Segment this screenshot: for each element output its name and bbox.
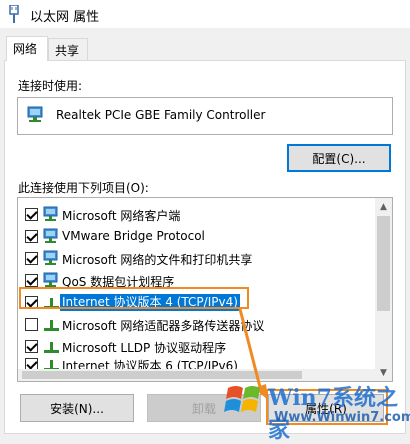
window-title: 以太网 属性 <box>30 10 100 25</box>
item-checkbox[interactable] <box>25 274 38 287</box>
hscroll-thumb[interactable] <box>22 371 302 379</box>
network-client-icon <box>43 206 58 221</box>
ethernet-plug-icon <box>9 5 19 23</box>
uninstall-button[interactable]: 卸载 <box>147 394 261 422</box>
scroll-thumb[interactable] <box>377 216 390 311</box>
item-label: VMware Bridge Protocol <box>62 229 205 243</box>
list-item[interactable]: Microsoft 网络适配器多路传送器协议 <box>18 314 374 336</box>
vertical-scrollbar[interactable]: ▲ ▼ <box>375 198 392 381</box>
install-button[interactable]: 安装(N)... <box>20 394 134 422</box>
tab-strip: 网络 共享 <box>0 36 410 61</box>
tab-sharing[interactable]: 共享 <box>48 38 88 60</box>
network-service-icon <box>43 272 58 287</box>
item-checkbox[interactable] <box>25 318 38 331</box>
connect-using-label: 连接时使用: <box>18 79 83 93</box>
item-checkbox[interactable] <box>25 340 38 353</box>
item-checkbox[interactable] <box>25 252 38 265</box>
adapter-name: Realtek PCIe GBE Family Controller <box>56 108 266 122</box>
items-list[interactable]: Microsoft 网络客户端 VMware Bridge Protocol M… <box>17 197 393 382</box>
item-checkbox[interactable] <box>25 296 38 309</box>
list-item[interactable]: Microsoft 网络的文件和打印机共享 <box>18 248 374 270</box>
title-bar: 以太网 属性 <box>0 0 410 28</box>
items-label: 此连接使用下列项目(O): <box>18 181 149 195</box>
item-checkbox[interactable] <box>25 230 38 243</box>
item-label: Microsoft 网络的文件和打印机共享 <box>62 253 253 267</box>
protocol-icon <box>44 298 59 309</box>
list-item[interactable]: VMware Bridge Protocol <box>18 226 374 248</box>
network-adapter-icon <box>27 106 43 122</box>
item-label: Microsoft 网络客户端 <box>62 209 181 223</box>
list-item[interactable]: Internet 协议版本 4 (TCP/IPv4) <box>18 292 374 314</box>
network-service-icon <box>43 250 58 265</box>
list-item[interactable]: Microsoft 网络客户端 <box>18 204 374 226</box>
tab-network[interactable]: 网络 <box>6 36 48 61</box>
protocol-icon <box>44 320 59 331</box>
network-service-icon <box>43 228 58 243</box>
item-label: QoS 数据包计划程序 <box>62 275 175 289</box>
protocol-icon <box>44 342 59 353</box>
item-label: Internet 协议版本 4 (TCP/IPv4) <box>60 294 240 311</box>
configure-button[interactable]: 配置(C)... <box>287 144 391 172</box>
adapter-box: Realtek PCIe GBE Family Controller <box>17 97 393 135</box>
properties-button[interactable]: 属性(R) <box>268 394 384 422</box>
item-label: Microsoft 网络适配器多路传送器协议 <box>62 319 265 333</box>
item-checkbox[interactable] <box>25 208 38 221</box>
scroll-up-arrow-icon[interactable]: ▲ <box>375 198 392 215</box>
horizontal-scrollbar[interactable] <box>18 369 377 381</box>
list-item[interactable]: QoS 数据包计划程序 <box>18 270 374 292</box>
scroll-down-arrow-icon[interactable]: ▼ <box>375 364 392 381</box>
